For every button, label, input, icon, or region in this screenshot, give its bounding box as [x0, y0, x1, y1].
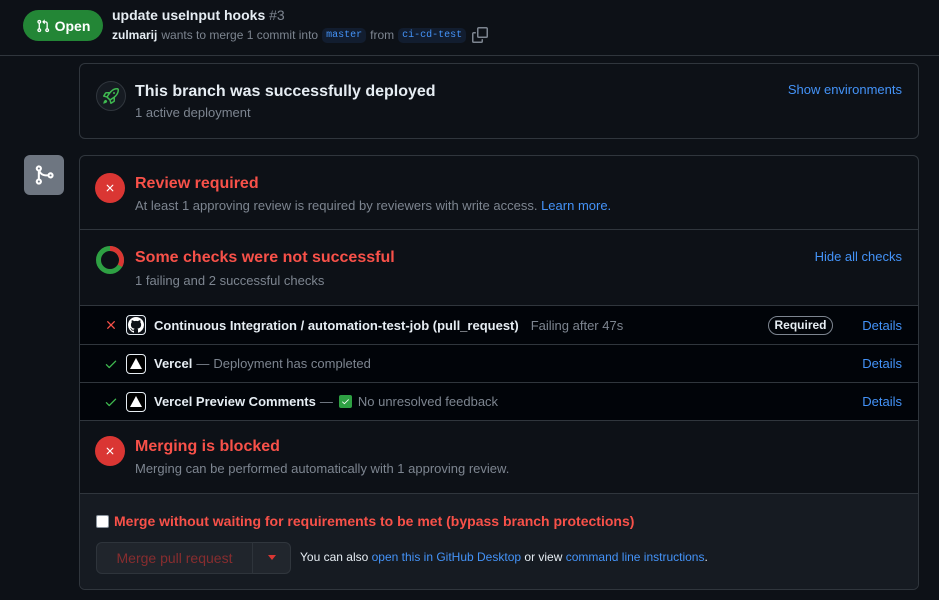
- git-merge-icon: [35, 165, 54, 185]
- review-required-subtitle: At least 1 approving review is required …: [135, 198, 611, 213]
- check-name: Vercel Preview Comments: [154, 394, 316, 409]
- merging-blocked-subtitle: Merging can be performed automatically w…: [135, 461, 510, 476]
- vercel-icon: [126, 353, 146, 374]
- head-branch-link[interactable]: ci-cd-test: [398, 27, 467, 43]
- bypass-row: Merge without waiting for requirements t…: [96, 513, 634, 529]
- x-circle-icon: [95, 436, 125, 466]
- copy-icon[interactable]: [472, 27, 489, 43]
- check-description: No unresolved feedback: [357, 394, 499, 409]
- command-line-instructions-link[interactable]: command line instructions: [566, 550, 705, 564]
- merge-button-group: Merge pull request: [96, 542, 291, 574]
- check-icon: [105, 398, 117, 406]
- x-icon: [106, 447, 114, 455]
- review-required-text: At least 1 approving review is required …: [135, 198, 538, 213]
- deployment-box: This branch was successfully deployed 1 …: [79, 63, 919, 139]
- base-branch-link[interactable]: master: [322, 27, 367, 43]
- pr-state-label: Open: [54, 17, 91, 34]
- merging-blocked-section: Merging is blocked Merging can be perfor…: [80, 420, 918, 494]
- check-text: Continuous Integration / automation-test…: [154, 318, 623, 333]
- git-pull-request-icon: [36, 19, 49, 32]
- alt-suffix-text: .: [704, 550, 708, 564]
- deployment-title: This branch was successfully deployed: [135, 83, 436, 100]
- check-text: Vercel — Deployment has completed: [154, 356, 371, 371]
- triangle-down-icon: [267, 555, 276, 560]
- hide-all-checks-link[interactable]: Hide all checks: [815, 249, 902, 264]
- check-details-link[interactable]: Details: [862, 318, 902, 333]
- pr-header: Open update useInput hooks #3 zulmarij w…: [0, 0, 939, 56]
- checks-list: Continuous Integration / automation-test…: [80, 305, 918, 421]
- check-row: Continuous Integration / automation-test…: [80, 306, 918, 344]
- check-description: Deployment has completed: [213, 356, 371, 371]
- checks-subtitle: 1 failing and 2 successful checks: [135, 273, 325, 288]
- merge-actions-area: Merge without waiting for requirements t…: [80, 494, 918, 589]
- github-icon: [126, 315, 146, 335]
- pr-from-text: from: [370, 28, 395, 42]
- deployment-subtitle: 1 active deployment: [135, 105, 251, 120]
- x-circle-icon: [95, 173, 125, 203]
- check-separator: —: [196, 356, 210, 371]
- pr-meta-text: wants to merge 1 commit into: [161, 28, 319, 42]
- github-desktop-link[interactable]: open this in GitHub Desktop: [372, 550, 521, 564]
- pr-title-text: update useInput hooks: [112, 7, 266, 23]
- x-icon: [107, 321, 115, 329]
- check-row: Vercel Preview Comments — No unresolved …: [80, 382, 918, 420]
- pr-title: update useInput hooks #3: [112, 7, 285, 23]
- alt-middle-text: or view: [524, 550, 563, 564]
- alt-prefix-text: You can also: [300, 550, 369, 564]
- check-row: Vercel — Deployment has completed Detail…: [80, 344, 918, 382]
- check-details-link[interactable]: Details: [862, 394, 902, 409]
- checks-title: Some checks were not successful: [135, 249, 395, 266]
- x-icon: [106, 184, 114, 192]
- alternative-merge-text: You can also open this in GitHub Desktop…: [300, 550, 708, 564]
- pr-meta: zulmarij wants to merge 1 commit into ma…: [112, 27, 489, 43]
- show-environments-link[interactable]: Show environments: [788, 82, 902, 97]
- bypass-label[interactable]: Merge without waiting for requirements t…: [114, 513, 634, 529]
- git-merge-icon-badge: [24, 155, 64, 195]
- checks-status-ring-icon: [95, 245, 125, 278]
- vercel-icon: [126, 391, 146, 412]
- checks-section: Some checks were not successful 1 failin…: [80, 230, 918, 305]
- check-details-link[interactable]: Details: [862, 356, 902, 371]
- check-text: Vercel Preview Comments — No unresolved …: [154, 394, 498, 409]
- review-required-section: Review required At least 1 approving rev…: [80, 156, 918, 230]
- check-icon: [105, 360, 117, 368]
- learn-more-link[interactable]: Learn more.: [541, 198, 611, 213]
- white-check-mark-icon: [338, 395, 352, 408]
- pr-number: #3: [269, 7, 285, 23]
- review-required-title: Review required: [135, 175, 259, 192]
- rocket-icon-circle: [96, 81, 126, 111]
- check-separator: —: [319, 394, 333, 409]
- required-badge: Required: [768, 315, 833, 335]
- check-description: Failing after 47s: [530, 317, 624, 333]
- merging-blocked-title: Merging is blocked: [135, 438, 280, 455]
- pr-author-link[interactable]: zulmarij: [112, 28, 157, 42]
- merge-pull-request-button[interactable]: Merge pull request: [96, 542, 253, 574]
- check-name: Continuous Integration / automation-test…: [154, 317, 519, 333]
- pr-state-badge: Open: [23, 10, 103, 41]
- merge-options-dropdown[interactable]: [253, 542, 291, 574]
- bypass-checkbox[interactable]: [96, 514, 109, 528]
- merge-box: Review required At least 1 approving rev…: [79, 155, 919, 590]
- check-name: Vercel: [154, 356, 193, 371]
- rocket-icon: [103, 88, 119, 104]
